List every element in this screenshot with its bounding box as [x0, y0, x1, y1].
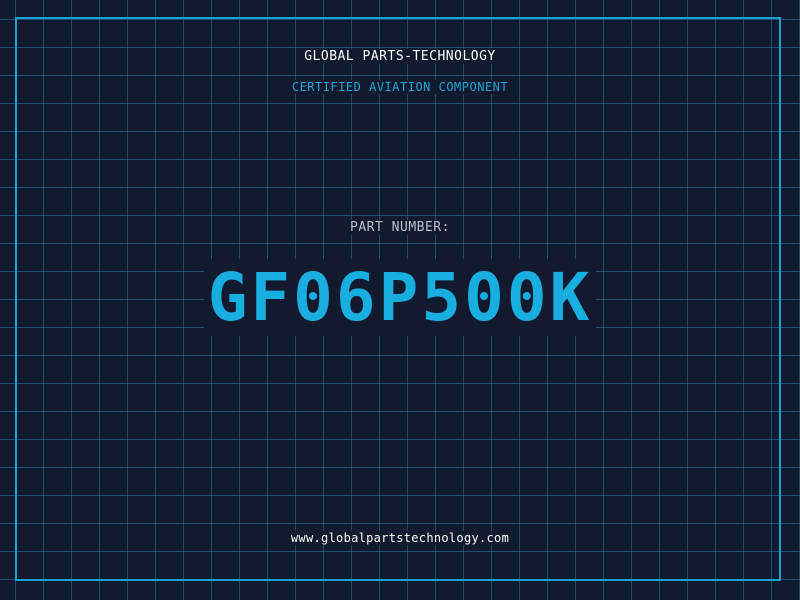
company-name-text: GLOBAL PARTS-TECHNOLOGY	[300, 49, 500, 64]
part-number-value: GF06P500K	[0, 258, 800, 338]
part-number-value-text: GF06P500K	[203, 259, 597, 336]
company-name: GLOBAL PARTS-TECHNOLOGY	[0, 49, 800, 64]
certification-subtitle-text: CERTIFIED AVIATION COMPONENT	[287, 80, 513, 94]
website-url-text[interactable]: www.globalpartstechnology.com	[286, 531, 514, 545]
part-number-label-text: PART NUMBER:	[346, 220, 454, 235]
certification-subtitle: CERTIFIED AVIATION COMPONENT	[0, 80, 800, 94]
website-url: www.globalpartstechnology.com	[0, 531, 800, 545]
part-number-label: PART NUMBER:	[0, 220, 800, 235]
